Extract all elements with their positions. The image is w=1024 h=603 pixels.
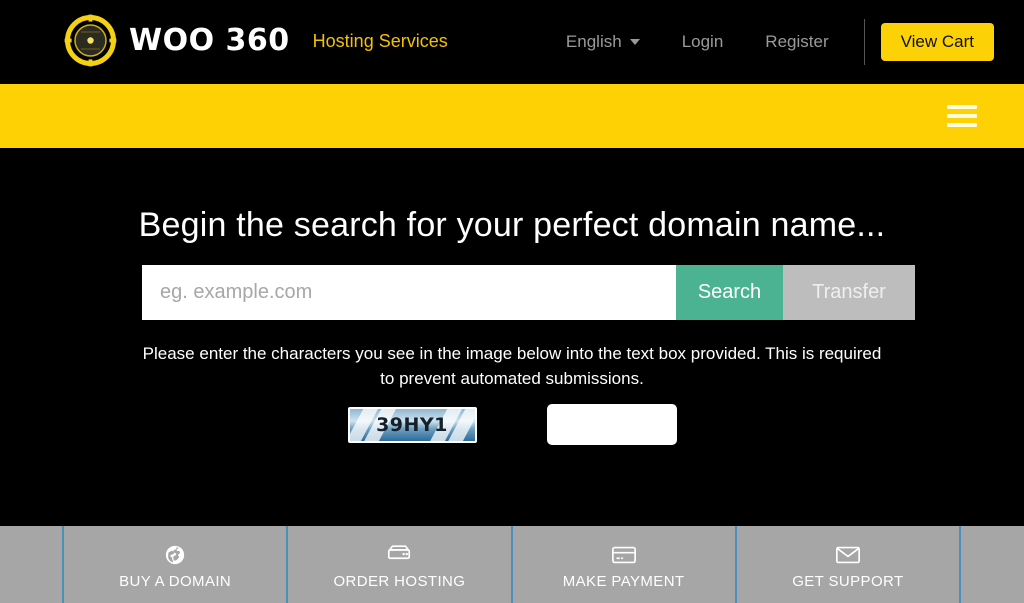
nav-divider: [863, 19, 865, 65]
nav-login-link[interactable]: Login: [661, 26, 745, 58]
quick-link-order-hosting[interactable]: ORDER HOSTING: [286, 526, 510, 603]
brand-logo[interactable]: WOO 360 Hosting Services: [63, 13, 448, 68]
captcha-row: 39HY1: [0, 404, 1024, 445]
brand-name: WOO 360: [129, 22, 290, 58]
woo360-circular-emblem-icon: [63, 13, 118, 68]
quick-link-get-support[interactable]: GET SUPPORT: [734, 526, 959, 603]
quick-links-bar: BUY A DOMAIN ORDER HOSTING MAKE PAYMENT …: [0, 526, 1024, 603]
domain-search-bar: Search Transfer: [142, 265, 915, 320]
page-title: Begin the search for your perfect domain…: [138, 206, 886, 244]
hero-section: Begin the search for your perfect domain…: [0, 148, 1024, 526]
brand-tagline: Hosting Services: [312, 30, 448, 51]
globe-icon: [162, 544, 188, 566]
quickbar-right-spacer: [959, 526, 1024, 603]
credit-card-icon: [611, 544, 637, 566]
quick-link-label: ORDER HOSTING: [333, 572, 466, 590]
quick-link-buy-a-domain[interactable]: BUY A DOMAIN: [62, 526, 286, 603]
top-header-bar: WOO 360 Hosting Services English Login R…: [0, 0, 1024, 84]
search-button[interactable]: Search: [676, 265, 783, 320]
captcha-input[interactable]: [546, 404, 677, 445]
nav-language-label: English: [565, 32, 622, 51]
envelope-icon: [835, 544, 861, 566]
quickbar-left-spacer: [0, 526, 62, 603]
nav-register-link[interactable]: Register: [744, 26, 849, 58]
captcha-instructions: Please enter the characters you see in t…: [142, 344, 882, 388]
server-icon: [386, 544, 412, 566]
top-navigation: English Login Register View Cart: [545, 0, 994, 84]
hamburger-line-1: [947, 105, 977, 109]
nav-language-selector[interactable]: English: [545, 26, 661, 58]
yellow-menu-bar: [0, 84, 1024, 148]
chevron-down-icon: [629, 39, 640, 45]
quick-link-make-payment[interactable]: MAKE PAYMENT: [510, 526, 735, 603]
quick-link-label: BUY A DOMAIN: [119, 572, 232, 590]
quick-link-label: MAKE PAYMENT: [562, 572, 685, 590]
hamburger-menu-icon[interactable]: [947, 105, 977, 127]
hamburger-line-3: [947, 123, 977, 127]
view-cart-button[interactable]: View Cart: [880, 22, 994, 62]
transfer-button[interactable]: Transfer: [783, 265, 915, 320]
captcha-challenge-text: 39HY1: [376, 413, 448, 436]
domain-search-input[interactable]: [142, 265, 676, 320]
hamburger-line-2: [947, 114, 977, 118]
page-root: WOO 360 Hosting Services English Login R…: [0, 0, 1024, 603]
quick-link-label: GET SUPPORT: [792, 572, 904, 590]
captcha-image: 39HY1: [347, 406, 477, 443]
